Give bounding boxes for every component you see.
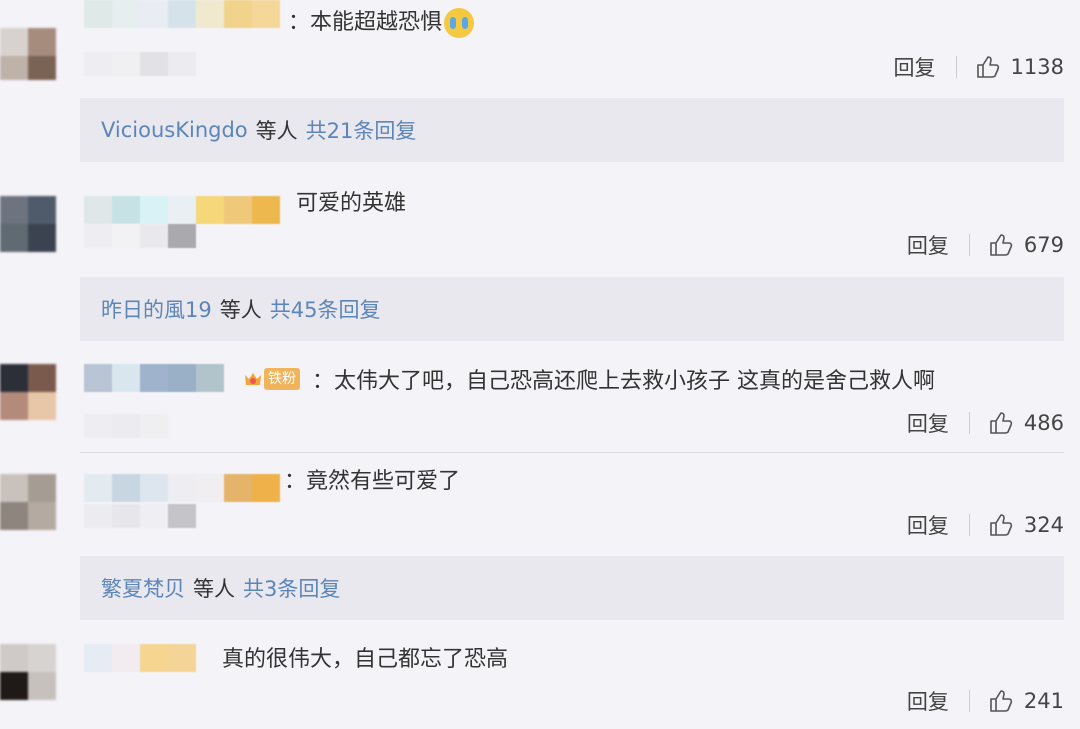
reply-thread[interactable]: 繁夏梵贝 等人 共3条回复	[80, 556, 1064, 620]
like-button[interactable]: 241	[988, 688, 1064, 714]
thread-reply-count[interactable]: 共3条回复	[243, 573, 340, 603]
blurred-username[interactable]	[84, 474, 280, 502]
avatar[interactable]	[0, 196, 56, 252]
reply-button[interactable]: 回复	[907, 686, 949, 716]
avatar[interactable]	[0, 364, 56, 420]
reply-button[interactable]: 回复	[894, 52, 936, 82]
like-count: 241	[1023, 689, 1064, 713]
comment-actions: 回复 241	[907, 686, 1064, 716]
blurred-username[interactable]	[84, 364, 224, 392]
blurred-username-line2	[84, 52, 196, 76]
avatar[interactable]	[0, 474, 56, 530]
comment-3: 铁粉 ：太伟大了吧，自己恐高还爬上去救小孩子 这真的是舍己救人啊 回复 486	[0, 362, 1080, 452]
fan-badge[interactable]: 铁粉	[244, 366, 300, 392]
comment-text: 可爱的英雄	[296, 191, 407, 216]
thumbs-up-icon	[990, 690, 1013, 712]
thread-user[interactable]: 繁夏梵贝	[101, 573, 185, 603]
reply-thread[interactable]: 昨日的風19 等人 共45条回复	[80, 277, 1064, 341]
comment-text: ：竟然有些可爱了	[284, 469, 461, 494]
comment-actions: 回复 679	[907, 230, 1064, 260]
thread-reply-count[interactable]: 共45条回复	[270, 294, 381, 324]
thumbs-up-icon	[990, 514, 1013, 536]
blurred-username[interactable]	[84, 196, 280, 224]
reply-button[interactable]: 回复	[907, 510, 949, 540]
thumbs-up-icon	[990, 412, 1013, 434]
like-button[interactable]: 679	[988, 232, 1064, 258]
divider	[968, 412, 970, 434]
thread-mid: 等人	[219, 298, 262, 322]
comment-5: 真的很伟大，自己都忘了恐高 回复 241	[0, 640, 1080, 729]
comment-1: ：本能超越恐惧 回复 1138	[0, 0, 1080, 96]
like-count: 1138	[1010, 55, 1064, 79]
reply-button[interactable]: 回复	[907, 230, 949, 260]
like-count: 679	[1023, 233, 1064, 257]
divider	[968, 234, 970, 256]
thread-user[interactable]: 昨日的風19	[101, 294, 212, 324]
like-button[interactable]: 1138	[975, 54, 1064, 80]
comment-actions: 回复 486	[907, 408, 1064, 438]
divider	[955, 56, 957, 78]
comment-2: 可爱的英雄 回复 679	[0, 190, 1080, 276]
avatar[interactable]	[0, 28, 56, 80]
thread-user[interactable]: ViciousKingdo	[101, 118, 248, 142]
blurred-username-line2	[84, 224, 196, 248]
comment-divider	[80, 452, 1064, 453]
crown-icon	[245, 373, 261, 385]
blurred-username[interactable]	[84, 0, 280, 28]
like-button[interactable]: 324	[988, 512, 1064, 538]
reply-button[interactable]: 回复	[907, 408, 949, 438]
blurred-username-line2	[84, 504, 196, 528]
thumbs-up-icon	[976, 56, 999, 78]
badge-label: 铁粉	[264, 368, 300, 390]
comment-text: ：本能超越恐惧	[288, 8, 475, 38]
reply-thread[interactable]: ViciousKingdo 等人 共21条回复	[80, 98, 1064, 162]
comment-text: 真的很伟大，自己都忘了恐高	[222, 647, 509, 672]
like-count: 324	[1023, 513, 1064, 537]
divider	[968, 514, 970, 536]
blurred-username[interactable]	[84, 644, 196, 672]
thumbs-up-icon	[990, 234, 1013, 256]
like-button[interactable]: 486	[988, 410, 1064, 436]
comment-4: ：竟然有些可爱了 回复 324	[0, 466, 1080, 556]
avatar[interactable]	[0, 644, 56, 700]
thread-mid: 等人	[193, 577, 235, 601]
comment-actions: 回复 1138	[894, 52, 1064, 82]
like-count: 486	[1023, 411, 1064, 435]
thread-reply-count[interactable]: 共21条回复	[306, 115, 417, 145]
comment-actions: 回复 324	[907, 510, 1064, 540]
thread-mid: 等人	[255, 119, 298, 143]
crying-face-emoji	[444, 8, 475, 38]
blurred-username-line2	[84, 414, 168, 438]
comment-text: ：太伟大了吧，自己恐高还爬上去救小孩子 这真的是舍己救人啊	[312, 369, 935, 394]
divider	[968, 690, 970, 712]
